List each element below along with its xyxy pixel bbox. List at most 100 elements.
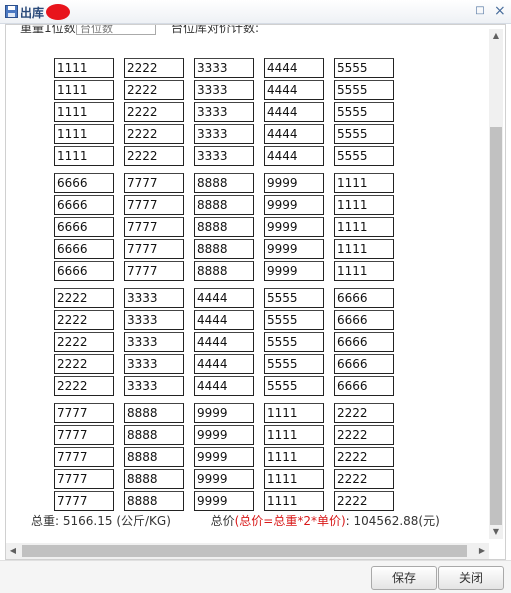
- weight-cell[interactable]: 8888: [194, 261, 254, 281]
- weight-cell[interactable]: 1111: [54, 146, 114, 166]
- weight-cell[interactable]: 5555: [334, 80, 394, 100]
- weight-cell[interactable]: 5555: [264, 310, 324, 330]
- weight-cell[interactable]: 9999: [264, 173, 324, 193]
- weight-cell[interactable]: 2222: [124, 102, 184, 122]
- weight-cell[interactable]: 2222: [124, 58, 184, 78]
- save-button[interactable]: 保存: [371, 566, 437, 590]
- weight-cell[interactable]: 1111: [334, 239, 394, 259]
- weight-cell[interactable]: 5555: [264, 354, 324, 374]
- weight-cell[interactable]: 1111: [334, 217, 394, 237]
- weight-cell[interactable]: 2222: [124, 124, 184, 144]
- weight-cell[interactable]: 6666: [334, 376, 394, 396]
- weight-cell[interactable]: 4444: [194, 354, 254, 374]
- weight-cell[interactable]: 2222: [54, 332, 114, 352]
- weight-cell[interactable]: 1111: [334, 261, 394, 281]
- horizontal-scroll-thumb[interactable]: [22, 545, 467, 557]
- weight-cell[interactable]: 4444: [264, 146, 324, 166]
- weight-cell[interactable]: 5555: [334, 102, 394, 122]
- weight-cell[interactable]: 3333: [124, 376, 184, 396]
- weight-cell[interactable]: 6666: [54, 261, 114, 281]
- weight-cell[interactable]: 4444: [264, 102, 324, 122]
- weight-cell[interactable]: 7777: [54, 447, 114, 467]
- weight-cell[interactable]: 8888: [124, 491, 184, 511]
- weight-cell[interactable]: 9999: [194, 425, 254, 445]
- weight-cell[interactable]: 3333: [194, 58, 254, 78]
- weight-cell[interactable]: 7777: [54, 425, 114, 445]
- weight-cell[interactable]: 3333: [124, 288, 184, 308]
- weight-cell[interactable]: 3333: [124, 310, 184, 330]
- weight-cell[interactable]: 8888: [124, 469, 184, 489]
- weight-cell[interactable]: 7777: [54, 491, 114, 511]
- scroll-down-icon[interactable]: ▼: [489, 525, 503, 539]
- weight-cell[interactable]: 8888: [194, 195, 254, 215]
- weight-cell[interactable]: 1111: [54, 58, 114, 78]
- weight-cell[interactable]: 4444: [264, 58, 324, 78]
- weight-cell[interactable]: 8888: [124, 425, 184, 445]
- weight-cell[interactable]: 4444: [194, 376, 254, 396]
- weight-cell[interactable]: 2222: [54, 354, 114, 374]
- weight-cell[interactable]: 1111: [334, 195, 394, 215]
- weight-cell[interactable]: 8888: [194, 239, 254, 259]
- weight-cell[interactable]: 8888: [194, 173, 254, 193]
- weight-cell[interactable]: 9999: [194, 447, 254, 467]
- weight-cell[interactable]: 1111: [54, 102, 114, 122]
- weight-cell[interactable]: 2222: [54, 376, 114, 396]
- weight-cell[interactable]: 4444: [194, 332, 254, 352]
- weight-cell[interactable]: 6666: [334, 288, 394, 308]
- horizontal-scrollbar[interactable]: ◀ ▶: [6, 543, 489, 559]
- weight-cell[interactable]: 7777: [124, 217, 184, 237]
- weight-cell[interactable]: 9999: [194, 403, 254, 423]
- weight-cell[interactable]: 7777: [54, 469, 114, 489]
- maximize-button[interactable]: □: [475, 6, 485, 16]
- weight-cell[interactable]: 6666: [54, 217, 114, 237]
- weight-cell[interactable]: 9999: [264, 239, 324, 259]
- weight-cell[interactable]: 5555: [264, 332, 324, 352]
- weight-cell[interactable]: 3333: [194, 80, 254, 100]
- weight-cell[interactable]: 5555: [334, 58, 394, 78]
- weight-digits-input[interactable]: 台位数: [76, 25, 156, 35]
- weight-cell[interactable]: 1111: [264, 469, 324, 489]
- weight-cell[interactable]: 8888: [124, 447, 184, 467]
- scroll-left-icon[interactable]: ◀: [6, 543, 20, 559]
- weight-cell[interactable]: 9999: [264, 195, 324, 215]
- scroll-up-icon[interactable]: ▲: [489, 29, 503, 43]
- weight-cell[interactable]: 6666: [54, 173, 114, 193]
- weight-cell[interactable]: 8888: [124, 403, 184, 423]
- weight-cell[interactable]: 1111: [264, 403, 324, 423]
- weight-cell[interactable]: 5555: [264, 376, 324, 396]
- weight-cell[interactable]: 7777: [54, 403, 114, 423]
- weight-cell[interactable]: 2222: [54, 310, 114, 330]
- weight-cell[interactable]: 6666: [54, 239, 114, 259]
- weight-cell[interactable]: 5555: [334, 146, 394, 166]
- weight-cell[interactable]: 6666: [334, 332, 394, 352]
- scroll-right-icon[interactable]: ▶: [475, 543, 489, 559]
- close-window-button[interactable]: ×: [494, 4, 506, 18]
- weight-cell[interactable]: 5555: [264, 288, 324, 308]
- weight-cell[interactable]: 1111: [264, 425, 324, 445]
- weight-cell[interactable]: 6666: [334, 310, 394, 330]
- weight-cell[interactable]: 9999: [264, 261, 324, 281]
- weight-cell[interactable]: 7777: [124, 261, 184, 281]
- weight-cell[interactable]: 1111: [264, 491, 324, 511]
- weight-cell[interactable]: 4444: [194, 310, 254, 330]
- weight-cell[interactable]: 8888: [194, 217, 254, 237]
- weight-cell[interactable]: 2222: [54, 288, 114, 308]
- close-button[interactable]: 关闭: [438, 566, 504, 590]
- weight-cell[interactable]: 1111: [264, 447, 324, 467]
- weight-cell[interactable]: 9999: [194, 491, 254, 511]
- weight-cell[interactable]: 1111: [54, 80, 114, 100]
- weight-cell[interactable]: 3333: [194, 124, 254, 144]
- weight-cell[interactable]: 4444: [264, 124, 324, 144]
- weight-cell[interactable]: 7777: [124, 195, 184, 215]
- weight-cell[interactable]: 1111: [334, 173, 394, 193]
- weight-cell[interactable]: 2222: [124, 80, 184, 100]
- weight-cell[interactable]: 7777: [124, 173, 184, 193]
- weight-cell[interactable]: 6666: [334, 354, 394, 374]
- weight-cell[interactable]: 1111: [54, 124, 114, 144]
- weight-cell[interactable]: 3333: [194, 146, 254, 166]
- weight-cell[interactable]: 4444: [194, 288, 254, 308]
- weight-cell[interactable]: 2222: [334, 403, 394, 423]
- weight-cell[interactable]: 3333: [124, 354, 184, 374]
- weight-cell[interactable]: 2222: [334, 491, 394, 511]
- weight-cell[interactable]: 2222: [334, 425, 394, 445]
